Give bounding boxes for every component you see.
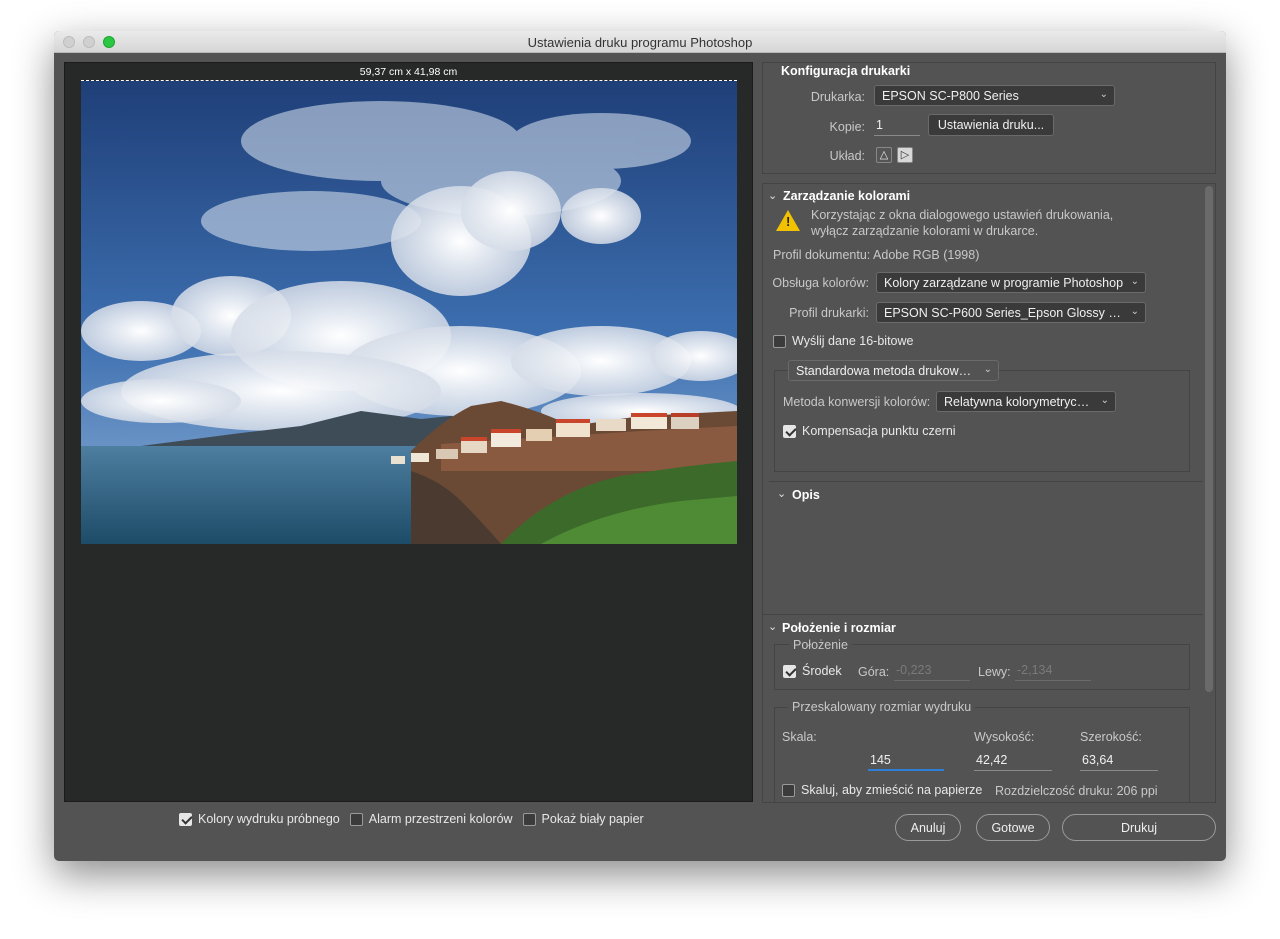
layout-label: Układ: (829, 149, 865, 163)
black-point-checkbox[interactable] (783, 424, 796, 438)
top-input[interactable]: -0,223 (894, 663, 970, 681)
landscape-layout-icon[interactable]: ▷ (897, 147, 913, 163)
window-title: Ustawienia druku programu Photoshop (527, 35, 753, 50)
paper-white-label: Pokaż biały papier (541, 812, 644, 826)
printer-profile-dropdown[interactable]: EPSON SC-P600 Series_Epson Glossy Foto..… (876, 302, 1146, 323)
gamut-warning-label: Alarm przestrzeni kolorów (368, 812, 513, 826)
warning-text-line1: Korzystając z okna dialogowego ustawień … (811, 208, 1114, 222)
proof-colors-option[interactable]: Kolory wydruku próbnego (179, 812, 340, 826)
chevron-down-icon: ⌄ (1130, 276, 1139, 287)
print-resolution: Rozdzielczość druku: 206 ppi (995, 784, 1158, 798)
chevron-down-icon: ⌄ (1130, 306, 1139, 317)
paper-white-option[interactable]: Pokaż biały papier (522, 812, 644, 826)
portrait-layout-icon[interactable]: △ (876, 147, 892, 163)
printer-profile-label: Profil drukarki: (789, 306, 869, 320)
fit-media-label: Skaluj, aby zmieścić na papierze (801, 783, 983, 797)
color-handling-label: Obsługa kolorów: (772, 276, 869, 290)
collapse-chevron-icon[interactable]: ⌄ (768, 189, 777, 202)
rendering-intent-dropdown[interactable]: Relatywna kolorymetryczna ⌄ (936, 391, 1116, 412)
position-size-title: Położenie i rozmiar (782, 621, 896, 635)
printer-profile-value: EPSON SC-P600 Series_Epson Glossy Foto..… (884, 306, 1144, 320)
document-profile: Profil dokumentu: Adobe RGB (1998) (773, 248, 980, 262)
proof-colors-label: Kolory wydruku próbnego (198, 812, 340, 826)
send-16bit-label: Wyślij dane 16-bitowe (792, 334, 914, 348)
color-management-title: Zarządzanie kolorami (783, 189, 911, 203)
print-dialog-window: Ustawienia druku programu Photoshop 59,3… (54, 31, 1226, 861)
titlebar: Ustawienia druku programu Photoshop (54, 31, 1226, 53)
center-label: Środek (802, 664, 842, 678)
center-option[interactable]: Środek (783, 664, 842, 678)
left-input[interactable]: -2,134 (1015, 663, 1091, 681)
rendering-intent-value: Relatywna kolorymetryczna (944, 395, 1097, 409)
proof-colors-checkbox[interactable] (179, 812, 192, 826)
send-16bit-checkbox[interactable] (773, 334, 786, 348)
collapse-chevron-icon[interactable]: ⌄ (768, 620, 777, 633)
warning-icon: ! (776, 210, 800, 231)
top-label: Góra: (858, 665, 890, 679)
print-settings-button[interactable]: Ustawienia druku... (928, 114, 1054, 136)
paper-white-checkbox[interactable] (522, 812, 536, 826)
black-point-label: Kompensacja punktu czerni (802, 424, 956, 438)
color-handling-dropdown[interactable]: Kolory zarządzane w programie Photoshop … (876, 272, 1146, 293)
printer-setup-section: Konfiguracja drukarki Drukarka: EPSON SC… (762, 62, 1216, 174)
description-title: Opis (792, 488, 820, 502)
scaled-size-group-label: Przeskalowany rozmiar wydruku (788, 700, 976, 714)
scale-input[interactable]: 145 (868, 753, 944, 771)
width-label: Szerokość: (1080, 730, 1142, 744)
printer-value: EPSON SC-P800 Series (882, 89, 1019, 103)
cancel-button[interactable]: Anuluj (895, 814, 961, 841)
rendering-intent-label: Metoda konwersji kolorów: (783, 395, 931, 409)
black-point-option[interactable]: Kompensacja punktu czerni (783, 424, 956, 438)
print-method-value: Standardowa metoda drukowania (796, 364, 983, 378)
center-checkbox[interactable] (783, 664, 796, 678)
landscape-image (81, 81, 737, 544)
collapse-chevron-icon[interactable]: ⌄ (777, 487, 786, 500)
warning-text-line2: wyłącz zarządzanie kolorami w drukarce. (811, 224, 1039, 238)
send-16bit-option[interactable]: Wyślij dane 16-bitowe (773, 334, 913, 348)
gamut-warning-checkbox[interactable] (349, 812, 363, 826)
print-dimensions: 59,37 cm x 41,98 cm (359, 66, 458, 78)
color-handling-value: Kolory zarządzane w programie Photoshop (884, 276, 1124, 290)
preview-options: Kolory wydruku próbnego Alarm przestrzen… (179, 812, 644, 826)
left-label: Lewy: (978, 665, 1011, 679)
copies-label: Kopie: (829, 120, 865, 134)
scrollbar-thumb[interactable] (1205, 186, 1213, 692)
done-button[interactable]: Gotowe (976, 814, 1050, 841)
settings-scroll-panel[interactable]: ⌄ Zarządzanie kolorami ! Korzystając z o… (762, 183, 1216, 803)
print-preview: 59,37 cm x 41,98 cm (64, 62, 753, 802)
section-divider (763, 614, 1203, 615)
printer-dropdown[interactable]: EPSON SC-P800 Series ⌄ (874, 85, 1115, 106)
copies-input[interactable]: 1 (874, 118, 920, 136)
scale-label: Skala: (782, 730, 817, 744)
preview-photo[interactable] (81, 81, 737, 544)
height-label: Wysokość: (974, 730, 1035, 744)
print-method-dropdown[interactable]: Standardowa metoda drukowania ⌄ (788, 360, 999, 381)
fit-media-option[interactable]: Skaluj, aby zmieścić na papierze (782, 783, 982, 797)
fit-media-checkbox[interactable] (782, 783, 795, 797)
position-group-label: Położenie (789, 638, 852, 652)
section-divider (769, 481, 1203, 482)
width-input[interactable]: 63,64 (1080, 753, 1158, 771)
printer-setup-title: Konfiguracja drukarki (781, 64, 911, 78)
gamut-warning-option[interactable]: Alarm przestrzeni kolorów (349, 812, 513, 826)
print-button[interactable]: Drukuj (1062, 814, 1216, 841)
chevron-down-icon: ⌄ (983, 364, 992, 375)
rendering-group (774, 370, 1190, 472)
chevron-down-icon: ⌄ (1099, 89, 1108, 100)
chevron-down-icon: ⌄ (1100, 395, 1109, 406)
printer-label: Drukarka: (810, 90, 865, 104)
height-input[interactable]: 42,42 (974, 753, 1052, 771)
